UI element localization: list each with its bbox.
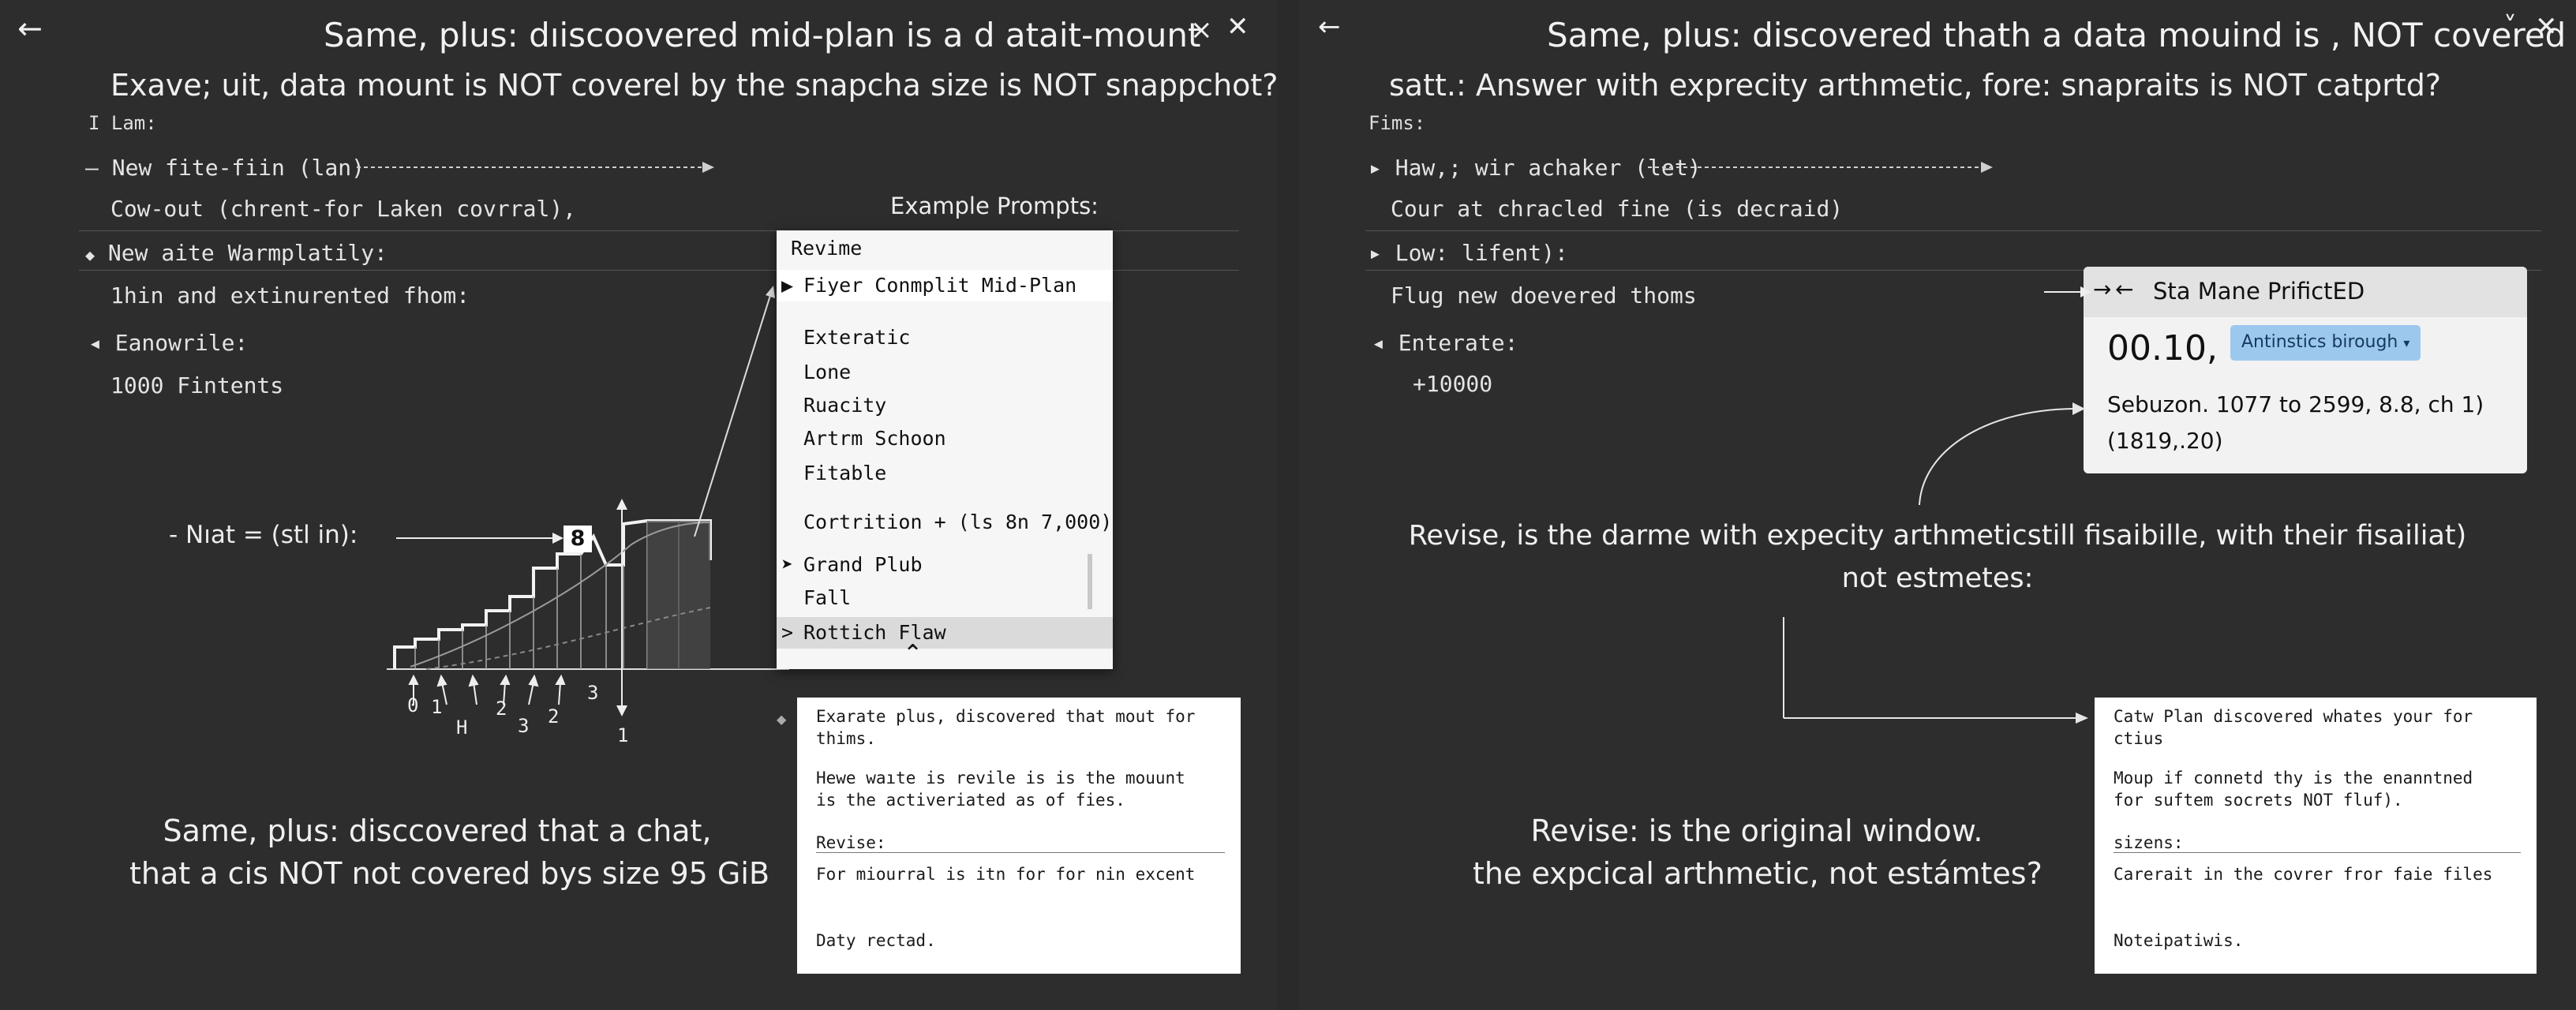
expand-icon: ▸ (1368, 240, 1382, 266)
menu-item[interactable]: ▶ Fiyer Conmplit Mid-Plan (777, 270, 1113, 301)
window-title: Same, plus: dıiscoovered mid-plan is a d… (324, 16, 1201, 54)
diamond-icon: ◆ (85, 245, 95, 264)
dashed-arrow (357, 162, 714, 173)
suggestion-menu[interactable]: Revime ▶ Fiyer Conmplit Mid-Plan Exterati… (777, 230, 1113, 669)
menu-item[interactable]: Fitable (777, 458, 1113, 489)
item-text: Low: lifent): (1395, 240, 1568, 266)
curved-arrow (1919, 402, 2085, 506)
item-marker: – (85, 155, 99, 181)
plan-label: Fims: (1368, 112, 1426, 134)
arrow-right-icon: ➤ (781, 553, 794, 576)
plan-item-3[interactable]: ▸ Low: lifent): (1368, 240, 1568, 266)
menu-item-selected[interactable]: > Rottich Flaw (777, 617, 1113, 649)
plan-item-4: Flug new doevered thoms (1391, 282, 1697, 309)
menu-item[interactable]: Cortrition + (ls 8n 7,000) (777, 507, 1113, 538)
plan-item-5[interactable]: ◂ Eanowrile: (88, 330, 248, 356)
card-paragraph: Moup if connetd thy is the enanntned for… (2114, 769, 2473, 810)
card-paragraph: Hewe waıte is revile is is the mouunt is… (816, 769, 1185, 810)
collapse-icon: ◂ (88, 330, 102, 356)
card-paragraph: Exarate plus, discovered that mout for t… (816, 707, 1196, 748)
example-prompts-heading: Example Prompts: (890, 193, 1099, 219)
plan-item-1[interactable]: – New fite-fiin (lan) (85, 155, 365, 181)
tick-label: H (456, 716, 468, 739)
close-icon[interactable]: ✕ (2535, 11, 2558, 43)
info-card: Exarate plus, discovered that mout for t… (797, 698, 1241, 974)
unit-dropdown[interactable]: Antinstics birough ▾ (2230, 325, 2421, 361)
menu-item[interactable]: Artrm Schoon (777, 423, 1113, 454)
chevron-down-icon: ▾ (2403, 335, 2410, 350)
menu-item[interactable]: Fall (777, 582, 1113, 614)
plan-item-5[interactable]: ◂ Enterate: (1372, 330, 1518, 356)
plan-item-3[interactable]: ◆ New aite Warmplatily: (85, 240, 388, 266)
elbow-arrow (1783, 617, 2088, 724)
play-icon: ▶ (781, 274, 794, 297)
nat-label: - Nıat = (stl in): (169, 521, 358, 549)
dashed-arrow (1648, 162, 1993, 173)
plan-label: I Lam: (88, 112, 157, 134)
menu-item[interactable]: Exteratic (777, 322, 1113, 354)
close-small-icon[interactable]: × (1190, 14, 1213, 46)
pointer-line (694, 286, 775, 537)
back-arrow-icon[interactable]: ← (17, 11, 43, 46)
card-paragraph: Carerait in the covrer fror faie files (2114, 865, 2493, 884)
tick-label: 3 (518, 715, 530, 737)
tick-label: 2 (496, 698, 507, 720)
card-divider (2114, 852, 2521, 853)
tick-label: 3 (587, 682, 599, 704)
diamond-icon: ◆ (777, 712, 787, 727)
divider (1365, 230, 2541, 231)
popup-pointer-arrow (2044, 286, 2091, 297)
menu-header: Revime (791, 237, 863, 260)
chevron-up-icon[interactable]: ⌃ (903, 642, 923, 666)
card-section-label: Revise: (816, 833, 886, 852)
estimate-popup[interactable]: → ← Sta Mane PrifictED 00.10, Antinstics… (2084, 267, 2527, 473)
window-title: Same, plus: discovered thath a data moui… (1547, 16, 2567, 54)
tick-label: 2 (548, 705, 560, 728)
plan-item-2: Cour at chracled fine (is decraid) (1391, 196, 1844, 222)
item-text: New fite-fiin (lan) (111, 155, 365, 181)
item-text: Eanowrile: (114, 330, 249, 356)
back-arrow-icon[interactable]: ← (1318, 11, 1341, 43)
plan-item-6: 1000 Fintents (110, 372, 284, 398)
arrow-left-icon[interactable]: ← (2115, 276, 2133, 302)
scrollbar[interactable] (1088, 554, 1092, 609)
menu-item[interactable]: Ruacity (777, 390, 1113, 421)
card-section-label: sizens: (2114, 833, 2184, 852)
bottom-caption: Same, plus: disccovered that a chat, tha… (129, 814, 770, 891)
card-paragraph: Catw Plan discovered whates your for cti… (2114, 707, 2473, 748)
left-window: ← Same, plus: dıiscoovered mid-plan is a… (0, 0, 1277, 1010)
prompt-subtitle: Exave; uit, data mount is NOT coverel by… (110, 68, 1277, 103)
card-divider (816, 852, 1225, 853)
popup-title: Sta Mane PrifictED (2153, 278, 2365, 305)
expand-icon: ▸ (1368, 155, 1382, 181)
tick-label: 0 (407, 694, 419, 716)
info-card: Catw Plan discovered whates your for cti… (2095, 698, 2537, 974)
plan-item-2: Cow-out (chrent-for Laken covrral), (110, 196, 577, 222)
chevron-right-icon: > (781, 621, 794, 644)
nat-pointer-arrow (396, 533, 564, 544)
menu-item[interactable]: Lone (777, 357, 1113, 388)
plan-item-6: +10000 (1413, 371, 1493, 397)
plan-item-4: 1hin and extinurented fhom: (110, 282, 470, 309)
tick-label: 1 (431, 696, 443, 718)
card-paragraph: For miourral is itn for for nin excent (816, 865, 1196, 884)
prompt-subtitle: satt.: Answer with exprecity arthmetic, … (1389, 68, 2442, 103)
nat-value-box: 8 (564, 526, 592, 552)
revise-caption: Revise, is the darme with expecity arthm… (1408, 520, 2467, 594)
chevron-down-icon[interactable]: ˅ (2503, 11, 2517, 43)
popup-line: (1819,.20) (2107, 428, 2223, 454)
item-text: New aite Warmplatily: (107, 240, 388, 266)
tick-label: 1 (617, 724, 629, 746)
close-icon[interactable]: ✕ (1226, 11, 1249, 43)
popup-value: 00.10, (2107, 328, 2218, 368)
item-text: Enterate: (1398, 330, 1518, 356)
right-window: ← Same, plus: discovered thath a data mo… (1299, 0, 2576, 1010)
card-paragraph: Daty rectad. (816, 931, 936, 950)
card-paragraph: Noteipatiwis. (2114, 931, 2244, 950)
popup-line: Sebuzon. 1077 to 2599, 8.8, ch 1) (2107, 391, 2484, 417)
collapse-icon: ◂ (1372, 330, 1385, 356)
bottom-caption: Revise: is the original window. the expc… (1473, 814, 2042, 891)
menu-item[interactable]: ➤ Grand Plub (777, 549, 1113, 581)
